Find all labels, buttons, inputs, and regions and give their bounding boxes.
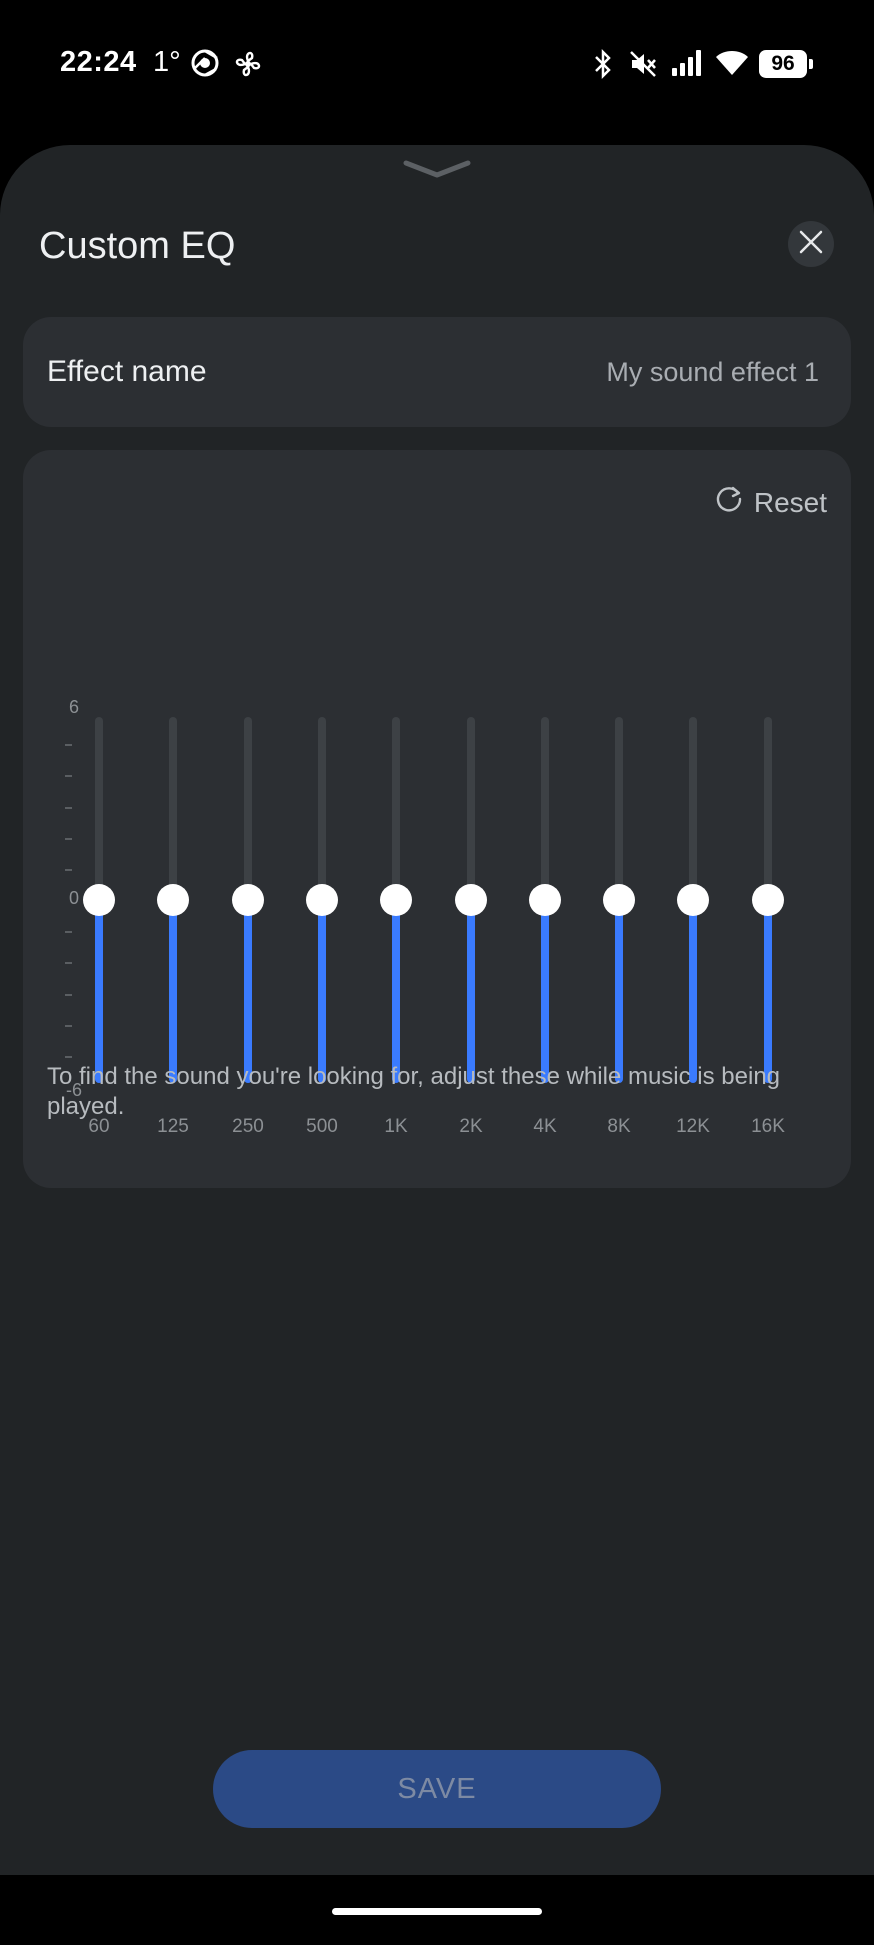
slider-fill [318, 900, 326, 1083]
slider-knob[interactable] [677, 884, 709, 916]
effect-name-label: Effect name [47, 355, 207, 388]
slider-fill [244, 900, 252, 1083]
status-temperature: 1° [153, 46, 181, 78]
wifi-icon [714, 48, 750, 83]
custom-eq-sheet: Custom EQ Effect name My sound effect 1 … [0, 145, 874, 1875]
slider-knob[interactable] [752, 884, 784, 916]
slider-fill [169, 900, 177, 1083]
page-title: Custom EQ [39, 225, 236, 267]
chevron-down-icon[interactable] [403, 157, 471, 188]
bluetooth-icon [592, 48, 614, 85]
close-icon [798, 229, 824, 260]
slider-knob[interactable] [603, 884, 635, 916]
slider-fill [467, 900, 475, 1083]
slider-fill [95, 900, 103, 1083]
battery-icon: 96 [759, 50, 813, 78]
slider-knob[interactable] [455, 884, 487, 916]
slider-knob[interactable] [306, 884, 338, 916]
status-time: 22:24 [60, 46, 137, 78]
hint-text: To find the sound you're looking for, ad… [47, 1063, 781, 1120]
signal-icon [670, 48, 706, 83]
status-bar: 22:24 1° 96 [0, 0, 874, 130]
save-button[interactable]: SAVE [213, 1750, 661, 1828]
slider-knob[interactable] [83, 884, 115, 916]
slider-knob[interactable] [157, 884, 189, 916]
home-indicator[interactable] [332, 1908, 542, 1915]
slider-knob[interactable] [529, 884, 561, 916]
slider-fill [392, 900, 400, 1083]
navigation-bar [0, 1875, 874, 1945]
mute-icon [628, 48, 658, 85]
slider-fill [764, 900, 772, 1083]
effect-name-row[interactable]: Effect name My sound effect 1 [23, 317, 851, 427]
effect-name-value[interactable]: My sound effect 1 [606, 357, 819, 388]
slider-knob[interactable] [380, 884, 412, 916]
slider-knob[interactable] [232, 884, 264, 916]
slider-fill [541, 900, 549, 1083]
slider-fill [615, 900, 623, 1083]
chrome-icon [190, 48, 220, 83]
fan-icon [232, 48, 264, 85]
close-button[interactable] [788, 221, 834, 267]
slider-fill [689, 900, 697, 1083]
